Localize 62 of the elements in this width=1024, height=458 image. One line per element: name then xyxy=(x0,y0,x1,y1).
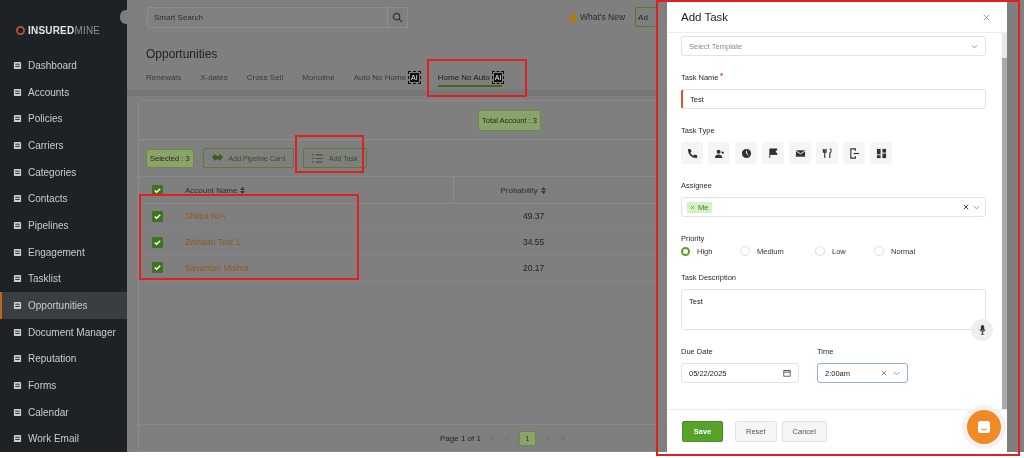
sidebar-item[interactable]: Reputation xyxy=(0,345,127,373)
flag-icon xyxy=(767,147,779,159)
task-type-button[interactable] xyxy=(762,142,784,164)
column-header[interactable]: Account Name xyxy=(185,185,238,195)
exit-icon xyxy=(848,147,860,159)
checklist-icon xyxy=(312,153,324,163)
sidebar-item[interactable]: Tasklist xyxy=(0,265,127,293)
task-type-button[interactable] xyxy=(735,142,757,164)
chevron-down-icon xyxy=(893,370,900,376)
chat-icon xyxy=(977,420,991,434)
close-icon[interactable] xyxy=(983,13,990,21)
task-type-button[interactable] xyxy=(816,142,838,164)
task-type-button[interactable] xyxy=(870,142,892,164)
utensils-icon xyxy=(821,147,833,159)
sidebar-item[interactable]: Policies xyxy=(0,105,127,133)
sidebar-item[interactable]: Engagement xyxy=(0,238,127,266)
whats-new-link[interactable]: What's New xyxy=(568,11,626,23)
chevron-down-icon xyxy=(973,204,980,210)
checkbox[interactable] xyxy=(152,262,163,274)
clock-icon xyxy=(740,147,752,159)
task-type-button[interactable] xyxy=(681,142,703,164)
logo-icon xyxy=(16,25,25,35)
sidebar-item[interactable]: Work Email xyxy=(0,425,127,453)
task-type-button[interactable] xyxy=(843,142,865,164)
sidebar-item[interactable]: Contacts xyxy=(0,185,127,213)
search-button[interactable] xyxy=(388,6,408,28)
clear-icon[interactable] xyxy=(963,204,969,210)
sidebar-item[interactable]: Forms xyxy=(0,372,127,399)
page-title: Opportunities xyxy=(146,47,219,61)
sidebar-item[interactable]: Categories xyxy=(0,158,127,186)
search-field[interactable]: Smart Search xyxy=(147,6,388,28)
task-type-button[interactable] xyxy=(789,142,811,164)
scrollbar-thumb[interactable] xyxy=(1002,58,1007,409)
checkbox[interactable] xyxy=(152,184,163,196)
sidebar-item[interactable]: Document Manager xyxy=(0,318,127,346)
flame-icon xyxy=(568,11,578,23)
table-cell: 20.17 xyxy=(523,263,545,273)
sidebar-item[interactable]: Dashboard xyxy=(0,52,127,79)
sidebar-item[interactable]: Opportunities xyxy=(0,292,127,319)
sidebar-item[interactable]: Pipelines xyxy=(0,212,127,239)
sidebar-item[interactable]: Carriers xyxy=(0,132,127,159)
highlight-frame xyxy=(295,135,364,173)
dialog-title: Add Task xyxy=(681,11,729,23)
phone-icon xyxy=(686,147,698,159)
sidebar-item[interactable]: Calendar xyxy=(0,398,127,426)
person-icon xyxy=(713,147,725,159)
search-icon xyxy=(392,11,403,23)
sidebar-item[interactable]: Accounts xyxy=(0,78,127,106)
page-label: Page 1 of 1 xyxy=(440,433,481,443)
sort-icon[interactable] xyxy=(240,186,246,194)
table-cell: 49.37 xyxy=(523,211,545,222)
column-header[interactable]: Probability xyxy=(500,185,538,195)
chevron-down-icon xyxy=(971,43,978,49)
microphone-icon xyxy=(978,325,986,335)
checkbox[interactable] xyxy=(152,210,163,222)
logo-text: INSUREDMINE xyxy=(28,24,101,36)
checkbox[interactable] xyxy=(152,236,163,248)
table-cell: 34.55 xyxy=(523,237,545,248)
task-type-button[interactable] xyxy=(708,142,730,164)
header-button[interactable]: Ad xyxy=(635,7,656,27)
microphone-button[interactable] xyxy=(971,319,993,341)
sort-icon[interactable] xyxy=(540,186,546,194)
